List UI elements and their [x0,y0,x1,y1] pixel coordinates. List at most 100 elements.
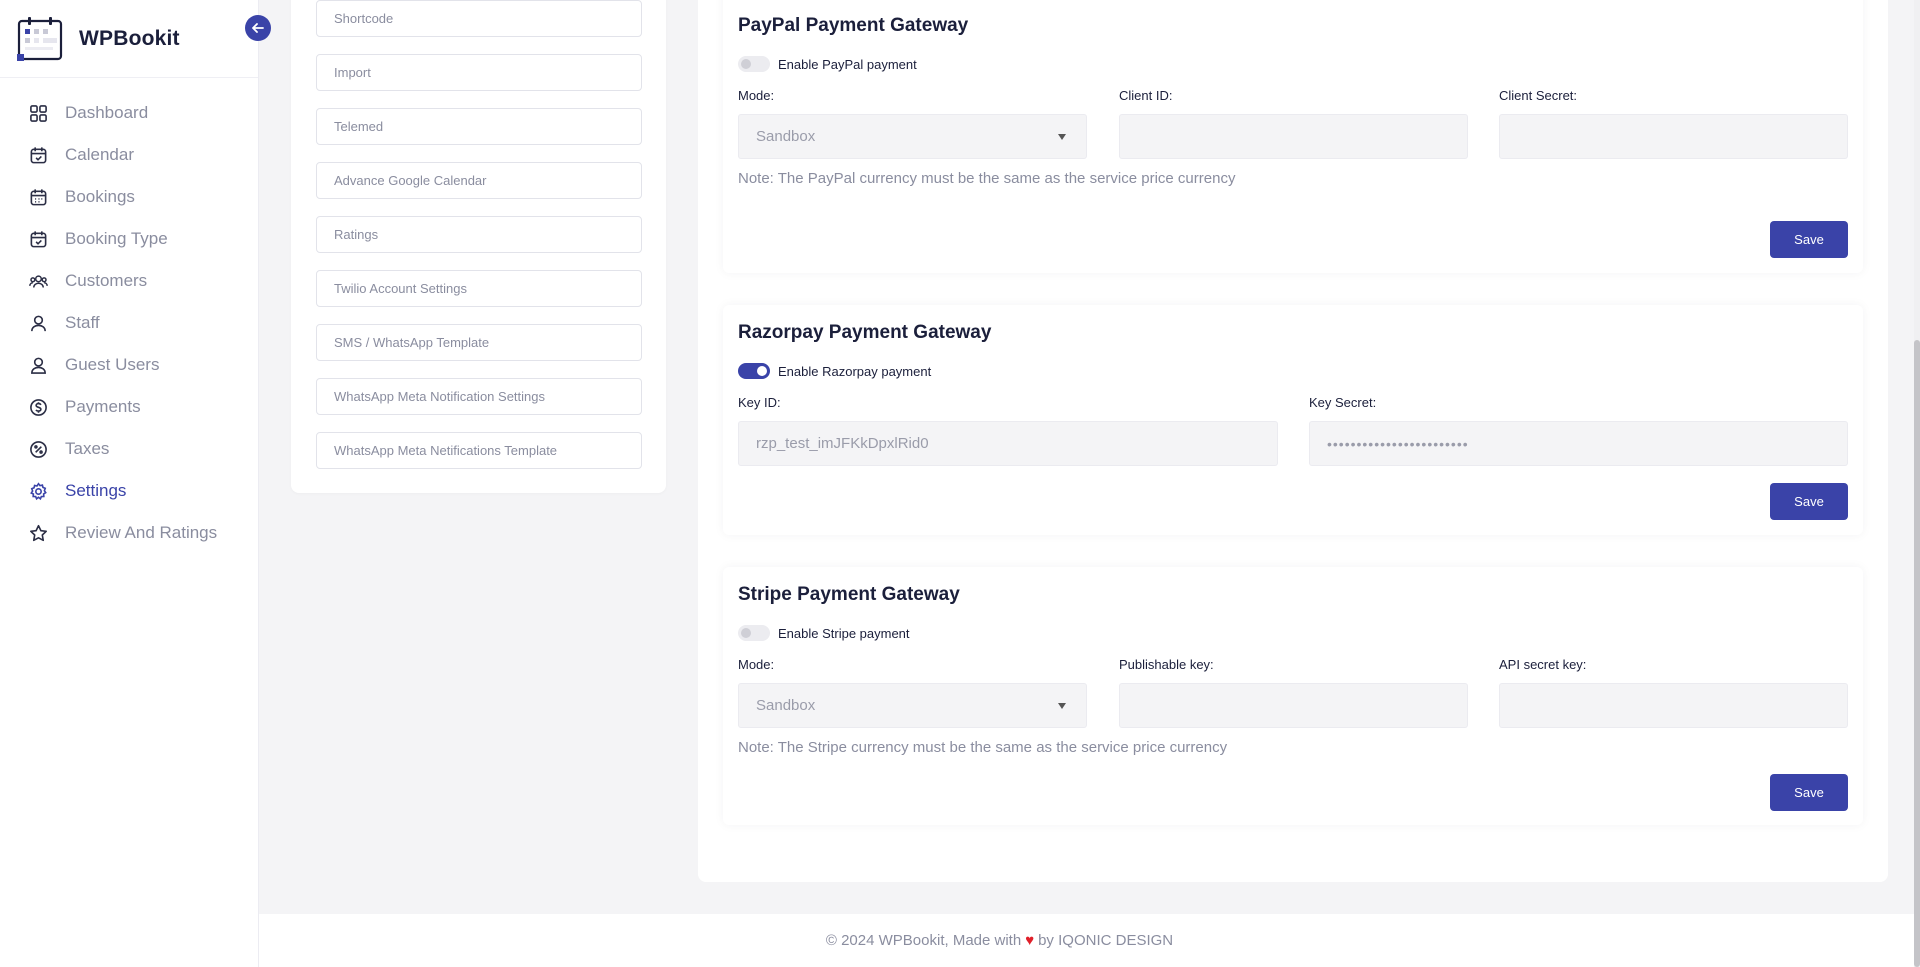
stripe-gateway-section: Stripe Payment Gateway Enable Stripe pay… [723,567,1863,825]
submenu-item-label: Advance Google Calendar [334,173,487,188]
sidebar-item-dashboard[interactable]: Dashboard [0,92,258,134]
paypal-toggle-label: Enable PayPal payment [778,56,917,72]
grid-icon [30,104,47,122]
razorpay-key-id-input[interactable]: rzp_test_imJFKkDpxlRid0 [738,421,1278,466]
sidebar: WPBookit Dashboard Calendar Bookings Boo… [0,0,271,967]
calendar-check-icon [30,230,47,247]
razorpay-key-id-label: Key ID: [738,395,781,410]
submenu-item-advance-google-calendar[interactable]: Advance Google Calendar [316,162,642,199]
sidebar-item-review-and-ratings[interactable]: Review And Ratings [0,512,258,554]
stripe-toggle-label: Enable Stripe payment [778,625,910,641]
scrollbar-thumb[interactable] [1914,340,1920,967]
sidebar-item-booking-type[interactable]: Booking Type [0,218,258,260]
stripe-currency-note: Note: The Stripe currency must be the sa… [738,739,1228,756]
submenu-item-label: WhatsApp Meta Netifications Template [334,443,558,458]
star-icon [29,524,48,541]
stripe-mode-select[interactable]: Sandbox [738,683,1087,728]
wpbookit-logo-icon [17,16,65,62]
sidebar-item-guest-users[interactable]: Guest Users [0,344,258,386]
footer: © 2024 WPBookit, Made with ♥ by IQONIC D… [259,914,1920,967]
sidebar-item-label: Customers [65,271,148,290]
sidebar-item-staff[interactable]: Staff [0,302,258,344]
footer-prefix: © 2024 WPBookit, Made with [825,932,1022,949]
paypal-toggle-switch[interactable] [738,56,770,72]
stripe-publishable-key-label: Publishable key: [1119,657,1214,672]
razorpay-key-secret-label: Key Secret: [1309,395,1377,410]
submenu-item-shortcode[interactable]: Shortcode [316,0,642,37]
sidebar-item-bookings[interactable]: Bookings [0,176,258,218]
sidebar-item-label: Bookings [65,187,135,206]
submenu-item-label: WhatsApp Meta Notification Settings [334,389,545,404]
sidebar-item-customers[interactable]: Customers [0,260,258,302]
brand: WPBookit [0,0,258,78]
stripe-api-secret-key-label: API secret key: [1499,657,1587,672]
paypal-mode-label: Mode: [738,88,775,103]
submenu-item-sms-whatsapp-template[interactable]: SMS / WhatsApp Template [316,324,642,361]
sidebar-item-label: Calendar [65,145,134,164]
stripe-mode-value: Sandbox [756,697,816,714]
paypal-mode-value: Sandbox [756,128,816,145]
paypal-save-button[interactable]: Save [1770,221,1848,258]
page-scrollbar[interactable] [1914,0,1920,967]
sidebar-item-taxes[interactable]: Taxes [0,428,258,470]
paypal-client-secret-label: Client Secret: [1499,88,1578,103]
razorpay-gateway-section: Razorpay Payment Gateway Enable Razorpay… [723,305,1863,535]
submenu-item-label: Ratings [334,227,379,242]
paypal-currency-note: Note: The PayPal currency must be the sa… [738,170,1236,187]
sidebar-item-label: Staff [65,313,100,332]
chevron-down-icon [1058,703,1066,709]
sidebar-item-label: Payments [65,397,141,416]
submenu-item-import[interactable]: Import [316,54,642,91]
sidebar-nav: Dashboard Calendar Bookings Booking Type… [0,78,258,554]
sidebar-item-calendar[interactable]: Calendar [0,134,258,176]
user-outline-icon [31,357,46,374]
submenu-item-telemed[interactable]: Telemed [316,108,642,145]
sidebar-item-label: Dashboard [65,103,149,122]
submenu-item-whatsapp-meta-notifications-template[interactable]: WhatsApp Meta Netifications Template [316,432,642,469]
calendar-grid-icon [30,188,47,205]
razorpay-toggle-label: Enable Razorpay payment [778,363,932,379]
sidebar-item-label: Settings [65,481,127,500]
stripe-mode-label: Mode: [738,657,775,672]
stripe-publishable-key-input[interactable] [1119,683,1468,728]
stripe-toggle-switch[interactable] [738,625,770,641]
stripe-save-button[interactable]: Save [1770,774,1848,811]
paypal-gateway-section: PayPal Payment Gateway Enable PayPal pay… [723,0,1863,273]
razorpay-toggle-switch[interactable] [738,363,770,379]
paypal-section-title: PayPal Payment Gateway [738,15,969,36]
stripe-enable-toggle[interactable]: Enable Stripe payment [738,625,910,641]
submenu-item-ratings[interactable]: Ratings [316,216,642,253]
paypal-client-id-label: Client ID: [1119,88,1173,103]
settings-submenu: Shortcode Import Telemed Advance Google … [291,0,666,493]
percent-badge-icon [30,440,47,458]
footer-suffix: by IQONIC DESIGN [1038,932,1174,949]
razorpay-key-secret-value: •••••••••••••••••••••••• [1327,435,1469,452]
submenu-item-label: Twilio Account Settings [334,281,467,296]
heart-icon: ♥ [1025,932,1035,949]
sidebar-item-label: Booking Type [65,229,168,248]
paypal-client-secret-input[interactable] [1499,114,1848,159]
submenu-item-label: Shortcode [334,11,394,26]
razorpay-key-secret-input[interactable]: •••••••••••••••••••••••• [1309,421,1848,466]
stripe-section-title: Stripe Payment Gateway [738,584,960,605]
users-icon [29,274,48,288]
sidebar-item-label: Taxes [65,439,110,458]
sidebar-item-settings[interactable]: Settings [0,470,258,512]
arrow-left-icon [252,23,264,33]
razorpay-save-button[interactable]: Save [1770,483,1848,520]
razorpay-enable-toggle[interactable]: Enable Razorpay payment [738,363,931,379]
paypal-client-id-input[interactable] [1119,114,1468,159]
chevron-down-icon [1058,134,1066,140]
razorpay-key-id-value: rzp_test_imJFKkDpxlRid0 [756,435,929,452]
submenu-item-twilio-account-settings[interactable]: Twilio Account Settings [316,270,642,307]
submenu-item-whatsapp-meta-notification-settings[interactable]: WhatsApp Meta Notification Settings [316,378,642,415]
collapse-sidebar-button[interactable] [245,15,271,41]
stripe-api-secret-key-input[interactable] [1499,683,1848,728]
sidebar-item-payments[interactable]: Payments [0,386,258,428]
gear-icon [30,481,47,500]
sidebar-item-label: Guest Users [65,355,160,374]
paypal-mode-select[interactable]: Sandbox [738,114,1087,159]
user-icon [31,315,46,331]
paypal-enable-toggle[interactable]: Enable PayPal payment [738,56,917,72]
dollar-circle-icon [30,398,47,416]
